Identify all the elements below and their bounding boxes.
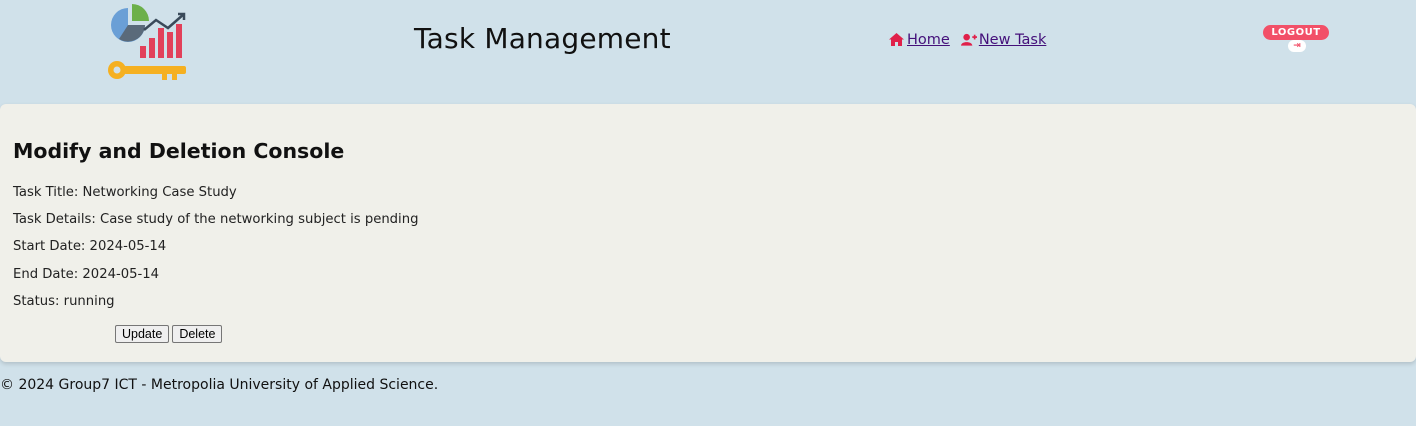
logout-button[interactable]: LOGOUT ⇥ bbox=[1263, 25, 1331, 53]
top-nav: Home New Task bbox=[889, 32, 1046, 48]
console-heading: Modify and Deletion Console bbox=[13, 139, 345, 163]
task-title-text: Task Title: Networking Case Study bbox=[13, 185, 237, 200]
delete-button[interactable]: Delete bbox=[172, 325, 223, 343]
action-buttons: Update Delete bbox=[115, 325, 223, 343]
sign-out-icon: ⇥ bbox=[1288, 40, 1306, 52]
user-plus-icon bbox=[960, 33, 977, 47]
nav-home-link[interactable]: Home bbox=[889, 32, 950, 48]
footer-copyright: © 2024 Group7 ICT - Metropolia Universit… bbox=[0, 377, 439, 393]
nav-new-task-link[interactable]: New Task bbox=[960, 32, 1047, 48]
end-date-text: End Date: 2024-05-14 bbox=[13, 267, 160, 282]
logo bbox=[104, 2, 190, 84]
update-button[interactable]: Update bbox=[115, 325, 170, 343]
nav-new-task-label: New Task bbox=[978, 32, 1047, 48]
modify-delete-console: Modify and Deletion Console Task Title: … bbox=[0, 104, 1416, 362]
logout-label: LOGOUT bbox=[1263, 25, 1329, 40]
home-icon bbox=[889, 33, 905, 47]
nav-home-label: Home bbox=[907, 32, 950, 48]
task-details-text: Task Details: Case study of the networki… bbox=[13, 212, 419, 227]
status-text: Status: running bbox=[13, 294, 115, 309]
site-header: Task Management Home New Task LOGOUT ⇥ bbox=[0, 0, 1416, 104]
page-title: Task Management bbox=[414, 22, 671, 55]
start-date-text: Start Date: 2024-05-14 bbox=[13, 239, 167, 254]
